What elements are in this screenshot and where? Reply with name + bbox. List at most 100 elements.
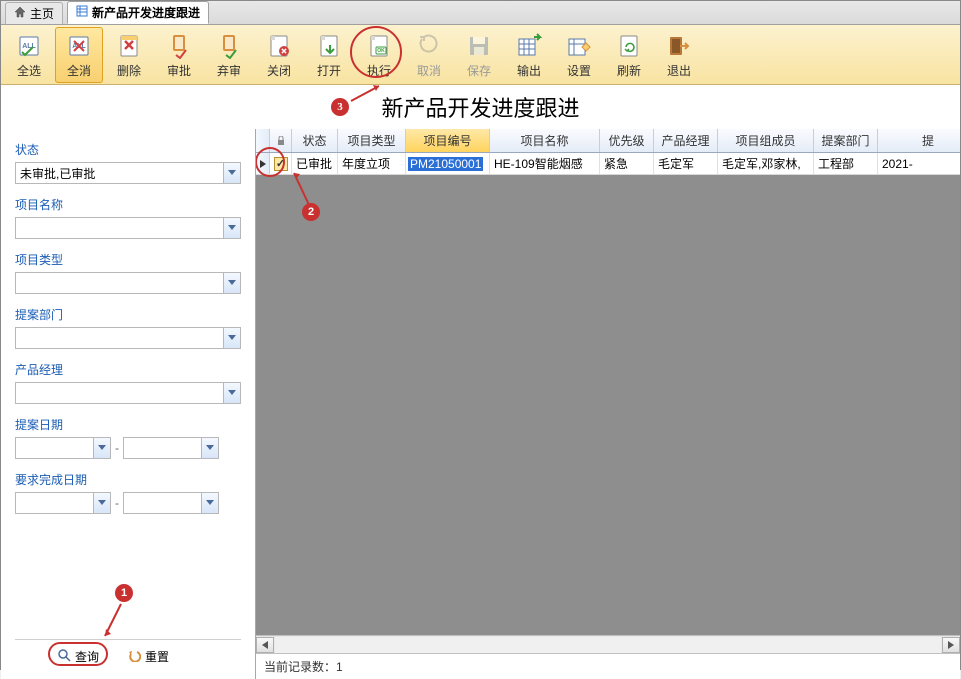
col-status[interactable]: 状态 bbox=[292, 129, 338, 152]
tab-active-label: 新产品开发进度跟进 bbox=[92, 4, 200, 21]
svg-text:OK: OK bbox=[377, 48, 385, 54]
cell-extra: 2021- bbox=[878, 153, 938, 174]
reset-button[interactable]: 重置 bbox=[123, 646, 173, 667]
exit-button[interactable]: 退出 bbox=[655, 27, 703, 83]
due-date-from[interactable] bbox=[15, 492, 111, 514]
dropdown-button[interactable] bbox=[93, 437, 111, 459]
col-priority[interactable]: 优先级 bbox=[600, 129, 654, 152]
select-all-button[interactable]: ALL 全选 bbox=[5, 27, 53, 83]
callout-3: 3 bbox=[331, 90, 349, 116]
grid-body: 已审批 年度立项 PM21050001 HE-109智能烟感 紧急 毛定军 毛定… bbox=[256, 153, 960, 635]
date-separator: - bbox=[115, 441, 119, 455]
close-button[interactable]: 关闭 bbox=[255, 27, 303, 83]
row-checkbox[interactable] bbox=[274, 157, 288, 171]
dropdown-button[interactable] bbox=[223, 162, 241, 184]
status-label: 状态 bbox=[15, 141, 241, 158]
due-date-to[interactable] bbox=[123, 492, 219, 514]
sidebar-actions: 1 查询 重置 bbox=[15, 639, 241, 673]
dropdown-button[interactable] bbox=[93, 492, 111, 514]
col-pm[interactable]: 产品经理 bbox=[654, 129, 718, 152]
toolbar: ALL 全选 ALL 全消 删除 审批 弃审 关闭 打开 OK 执行 取消 保存… bbox=[1, 25, 960, 85]
abandon-button[interactable]: 弃审 bbox=[205, 27, 253, 83]
date-separator: - bbox=[115, 496, 119, 510]
execute-button[interactable]: OK 执行 bbox=[355, 27, 403, 83]
scroll-right-button[interactable] bbox=[942, 637, 960, 653]
status-input[interactable] bbox=[15, 162, 223, 184]
reset-label: 重置 bbox=[145, 648, 169, 665]
home-icon bbox=[14, 6, 26, 21]
propose-date-to[interactable] bbox=[123, 437, 219, 459]
open-button[interactable]: 打开 bbox=[305, 27, 353, 83]
callout-1: 1 bbox=[115, 584, 133, 602]
scroll-left-button[interactable] bbox=[256, 637, 274, 653]
col-type[interactable]: 项目类型 bbox=[338, 129, 406, 152]
filter-status: 状态 bbox=[15, 141, 241, 184]
undo-icon bbox=[127, 648, 141, 665]
status-combo[interactable] bbox=[15, 162, 241, 184]
dropdown-button[interactable] bbox=[223, 217, 241, 239]
tabs-bar: 主页 新产品开发进度跟进 bbox=[1, 1, 960, 25]
delete-button[interactable]: 删除 bbox=[105, 27, 153, 83]
propose-date-to-input[interactable] bbox=[123, 437, 201, 459]
cell-name: HE-109智能烟感 bbox=[490, 153, 600, 174]
grid-header: 状态 项目类型 项目编号 项目名称 优先级 产品经理 项目组成员 提案部门 提 bbox=[256, 129, 960, 153]
close-doc-icon bbox=[265, 32, 293, 60]
cell-team: 毛定军,邓家林, bbox=[718, 153, 814, 174]
propose-date-from-input[interactable] bbox=[15, 437, 93, 459]
col-name[interactable]: 项目名称 bbox=[490, 129, 600, 152]
row-checkbox-cell[interactable] bbox=[270, 153, 292, 174]
clear-all-button[interactable]: ALL 全消 bbox=[55, 27, 103, 83]
lock-icon bbox=[277, 136, 285, 146]
settings-button[interactable]: 设置 bbox=[555, 27, 603, 83]
dropdown-button[interactable] bbox=[223, 327, 241, 349]
tab-home[interactable]: 主页 bbox=[5, 2, 63, 24]
record-count-label: 当前记录数： bbox=[264, 660, 336, 674]
due-date-from-input[interactable] bbox=[15, 492, 93, 514]
dept-combo[interactable] bbox=[15, 327, 241, 349]
filter-proj-name: 项目名称 bbox=[15, 196, 241, 239]
pm-input[interactable] bbox=[15, 382, 223, 404]
tab-active[interactable]: 新产品开发进度跟进 bbox=[67, 1, 209, 24]
due-date-to-input[interactable] bbox=[123, 492, 201, 514]
export-button[interactable]: 输出 bbox=[505, 27, 553, 83]
proj-type-input[interactable] bbox=[15, 272, 223, 294]
cell-pm: 毛定军 bbox=[654, 153, 718, 174]
dropdown-button[interactable] bbox=[201, 437, 219, 459]
table-row[interactable]: 已审批 年度立项 PM21050001 HE-109智能烟感 紧急 毛定军 毛定… bbox=[256, 153, 960, 175]
refresh-button[interactable]: 刷新 bbox=[605, 27, 653, 83]
save-button[interactable]: 保存 bbox=[455, 27, 503, 83]
query-label: 查询 bbox=[75, 648, 99, 665]
proj-type-combo[interactable] bbox=[15, 272, 241, 294]
cancel-button[interactable]: 取消 bbox=[405, 27, 453, 83]
callout-arrow-1-icon bbox=[101, 602, 125, 642]
dropdown-button[interactable] bbox=[223, 382, 241, 404]
query-button[interactable]: 查询 bbox=[53, 646, 103, 667]
dept-input[interactable] bbox=[15, 327, 223, 349]
col-extra[interactable]: 提 bbox=[878, 129, 938, 152]
record-count-value: 1 bbox=[336, 660, 343, 674]
col-lock[interactable] bbox=[270, 129, 292, 152]
proj-name-combo[interactable] bbox=[15, 217, 241, 239]
dropdown-button[interactable] bbox=[223, 272, 241, 294]
refresh-icon bbox=[615, 32, 643, 60]
approve-button[interactable]: 审批 bbox=[155, 27, 203, 83]
callout-arrow-3-icon bbox=[349, 83, 385, 103]
proj-name-input[interactable] bbox=[15, 217, 223, 239]
select-all-icon: ALL bbox=[15, 32, 43, 60]
col-team[interactable]: 项目组成员 bbox=[718, 129, 814, 152]
export-icon bbox=[515, 32, 543, 60]
clear-all-icon: ALL bbox=[65, 32, 93, 60]
col-dept[interactable]: 提案部门 bbox=[814, 129, 878, 152]
main-area: 状态 项目名称 项目类型 提案部门 bbox=[1, 129, 960, 679]
delete-icon bbox=[115, 32, 143, 60]
pm-combo[interactable] bbox=[15, 382, 241, 404]
approve-icon bbox=[165, 32, 193, 60]
pm-label: 产品经理 bbox=[15, 361, 241, 378]
grid-icon bbox=[76, 5, 88, 20]
scroll-track[interactable] bbox=[275, 637, 941, 653]
col-code[interactable]: 项目编号 bbox=[406, 129, 490, 152]
propose-date-from[interactable] bbox=[15, 437, 111, 459]
horizontal-scrollbar[interactable] bbox=[256, 635, 960, 653]
grid-content: 状态 项目类型 项目编号 项目名称 优先级 产品经理 项目组成员 提案部门 提 … bbox=[256, 129, 960, 679]
dropdown-button[interactable] bbox=[201, 492, 219, 514]
